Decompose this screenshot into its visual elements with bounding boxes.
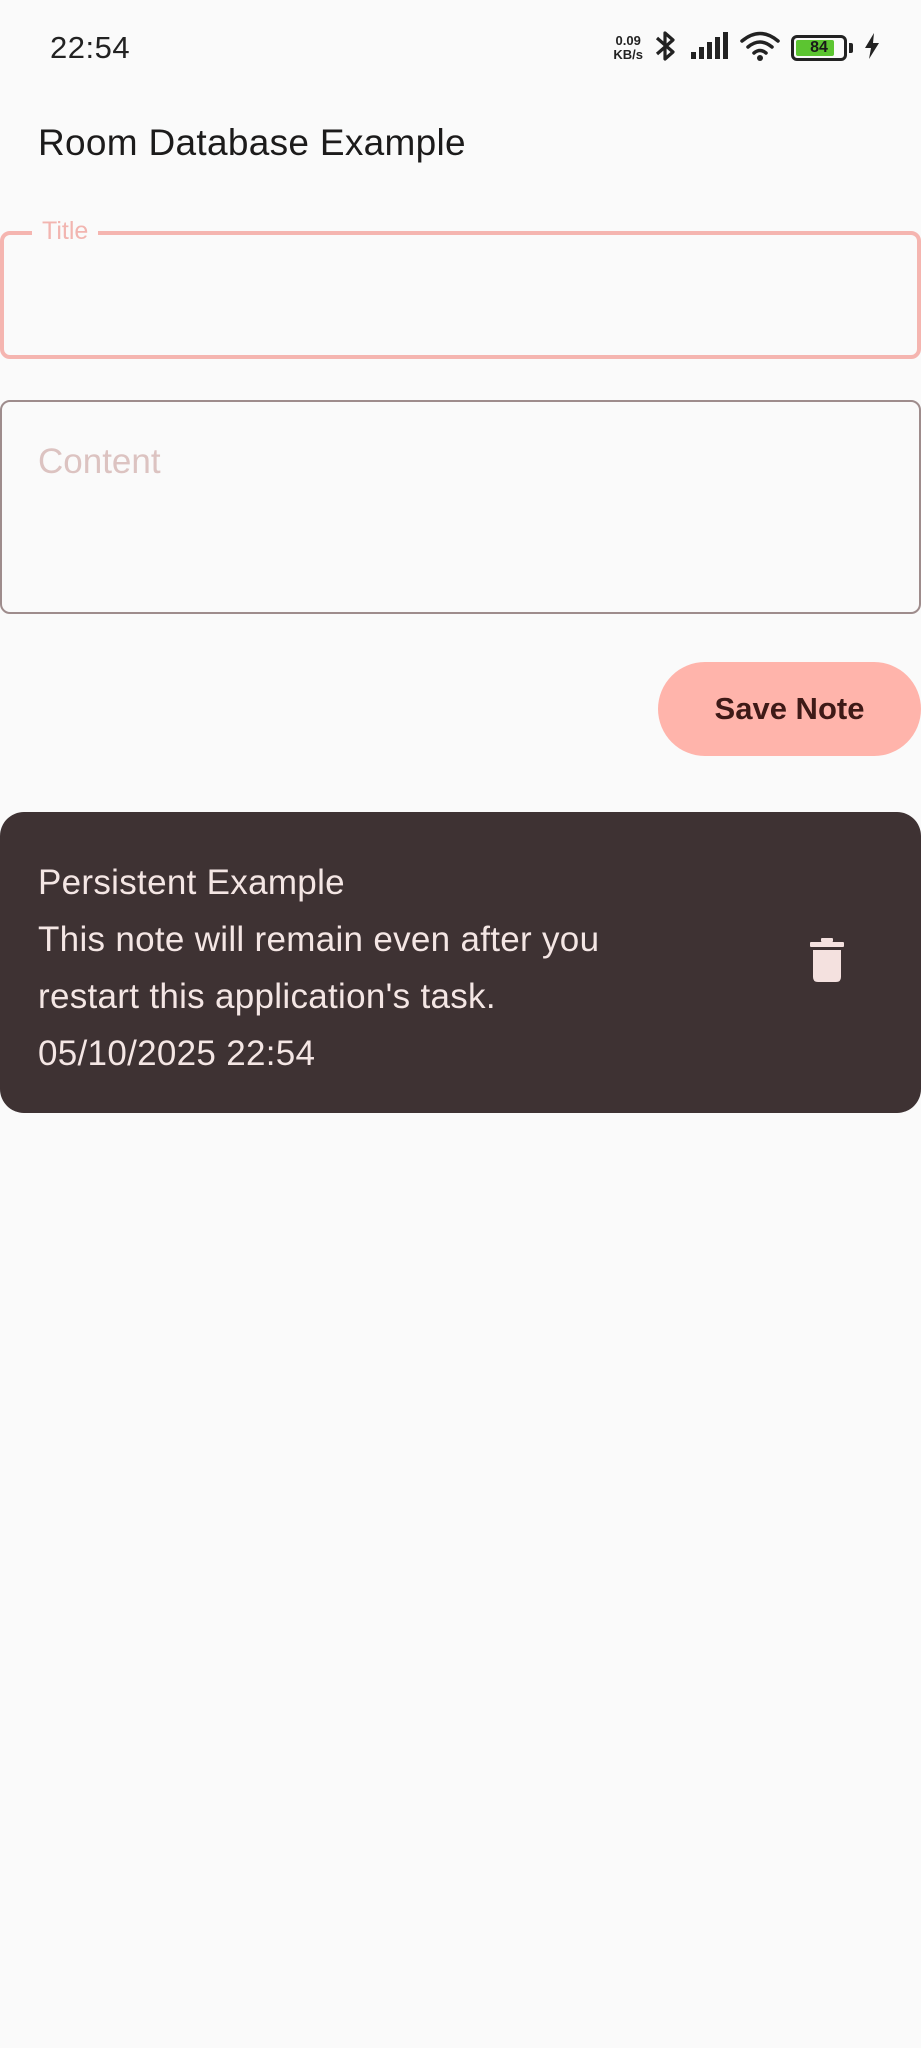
content-field[interactable] — [0, 400, 921, 614]
note-content-line-2: restart this application's task. — [38, 977, 496, 1016]
status-bar: 22:54 0.09 KB/s 84 — [0, 0, 921, 92]
note-title: Persistent Example — [38, 863, 345, 902]
note-timestamp: 05/10/2025 22:54 — [38, 1034, 316, 1073]
save-note-button[interactable]: Save Note — [658, 662, 921, 756]
title-field-label: Title — [32, 217, 99, 246]
note-text: Persistent Example This note will remain… — [38, 854, 738, 1082]
battery-icon: 84 — [791, 35, 847, 61]
charging-icon — [863, 32, 881, 65]
battery-tip — [849, 43, 853, 53]
network-speed-value: 0.09 — [615, 33, 641, 48]
wifi-icon — [739, 30, 781, 67]
network-speed: 0.09 KB/s — [613, 34, 643, 62]
screen: 22:54 0.09 KB/s 84 Room Database Example… — [0, 0, 921, 2048]
signal-icon — [689, 31, 729, 65]
app-title: Room Database Example — [38, 122, 466, 163]
battery-level: 84 — [810, 39, 828, 56]
title-input[interactable] — [38, 275, 878, 319]
trash-icon — [810, 937, 844, 987]
note-content-line-1: This note will remain even after you — [38, 920, 600, 959]
status-time: 22:54 — [50, 30, 131, 65]
content-input[interactable] — [38, 442, 878, 582]
status-icons: 0.09 KB/s 84 — [613, 28, 881, 68]
delete-note-button[interactable] — [800, 932, 854, 992]
note-card[interactable]: Persistent Example This note will remain… — [0, 812, 921, 1113]
network-speed-unit: KB/s — [613, 47, 643, 62]
bluetooth-icon — [653, 29, 679, 68]
title-field[interactable]: Title — [0, 217, 921, 359]
